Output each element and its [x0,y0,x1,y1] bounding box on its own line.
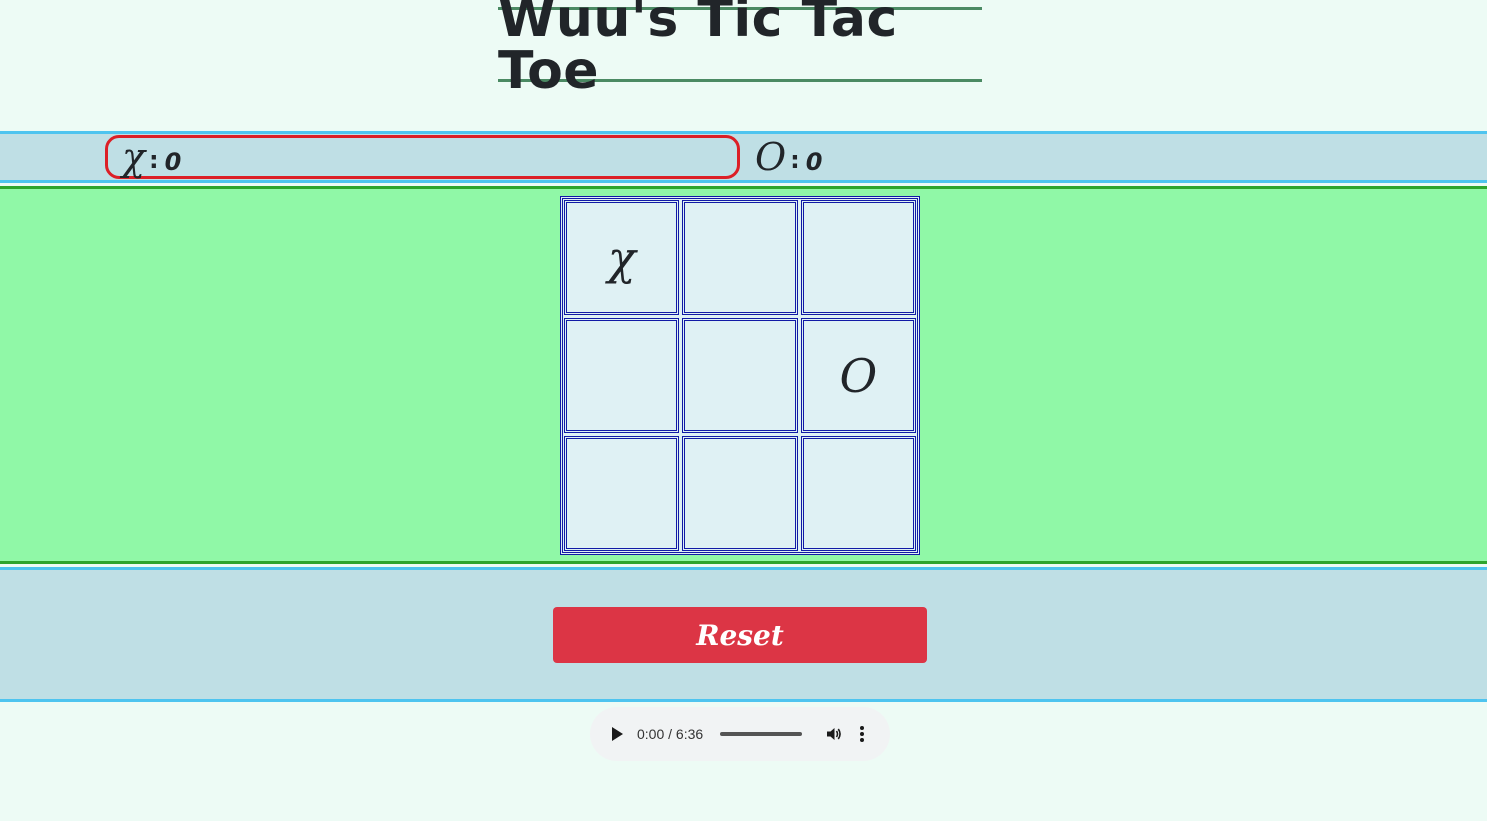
scoreboard: χ : 0 O : 0 [0,131,1487,183]
page-title: Wuu's Tic Tac Toe [498,0,898,101]
score-o-colon: : [790,146,800,174]
reset-button[interactable]: Reset [553,607,927,663]
score-x-value: 0 [164,148,182,176]
board-cell-4[interactable] [564,318,680,433]
game-board: χ O [560,196,920,555]
cell-mark: O [839,348,878,403]
cell-mark: χ [607,230,636,285]
audio-progress-slider[interactable] [720,732,803,736]
score-o-symbol: O [755,135,787,179]
reset-area: Reset [0,567,1487,702]
more-options-icon[interactable] [859,726,865,742]
board-cell-3[interactable] [800,200,916,315]
board-area: χ O [0,186,1487,564]
score-o: O : 0 [755,135,822,179]
audio-time: 0:00 / 6:36 [637,726,704,742]
score-o-value: 0 [805,148,823,176]
audio-player: 0:00 / 6:36 [590,707,890,761]
title-wrapper: Wuu's Tic Tac Toe [498,0,982,97]
board-cell-6[interactable]: O [800,318,916,433]
play-icon[interactable] [612,727,623,741]
board-cell-9[interactable] [800,436,916,551]
score-x-colon: : [149,146,159,174]
volume-icon[interactable] [825,725,843,743]
board-cell-8[interactable] [682,436,798,551]
board-cell-5[interactable] [682,318,798,433]
score-x-active: χ : 0 [105,135,740,179]
board-cell-7[interactable] [564,436,680,551]
score-x-symbol: χ [122,135,146,179]
board-cell-1[interactable]: χ [564,200,680,315]
board-cell-2[interactable] [682,200,798,315]
